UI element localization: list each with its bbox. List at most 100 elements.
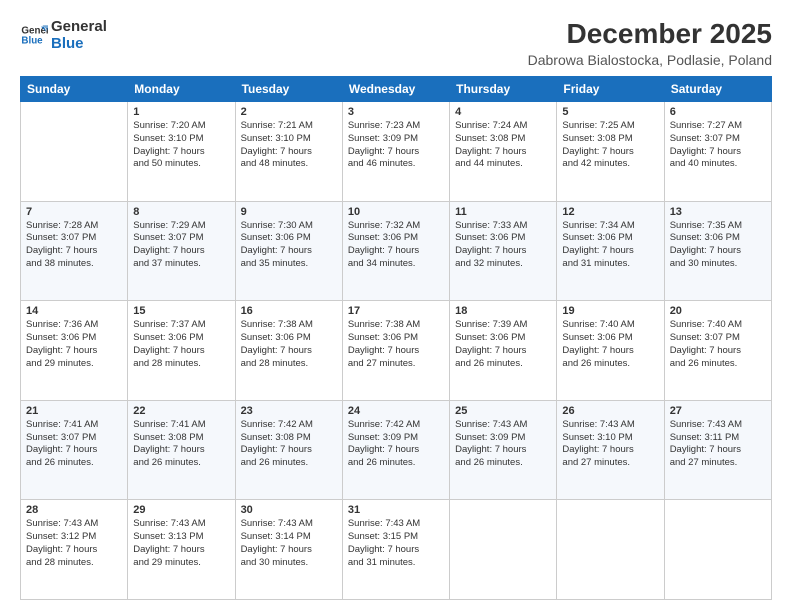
day-number: 5 [562, 106, 658, 118]
day-info: Sunrise: 7:27 AMSunset: 3:07 PMDaylight:… [670, 120, 766, 171]
svg-text:Blue: Blue [21, 36, 43, 47]
day-info: Sunrise: 7:43 AMSunset: 3:12 PMDaylight:… [26, 518, 122, 569]
table-row: 9Sunrise: 7:30 AMSunset: 3:06 PMDaylight… [235, 201, 342, 301]
day-number: 27 [670, 405, 766, 417]
subtitle: Dabrowa Bialostocka, Podlasie, Poland [528, 52, 772, 68]
col-header-wednesday: Wednesday [342, 77, 449, 102]
day-number: 11 [455, 206, 551, 218]
table-row: 14Sunrise: 7:36 AMSunset: 3:06 PMDayligh… [21, 301, 128, 401]
table-row [450, 500, 557, 600]
day-info: Sunrise: 7:21 AMSunset: 3:10 PMDaylight:… [241, 120, 337, 171]
table-row: 27 Sunrise: 7:43 AMSunset: 3:11 PMDayligh… [664, 400, 771, 500]
header: General Blue General Blue December 2025 … [20, 18, 772, 68]
table-row: 22 Sunrise: 7:41 AMSunset: 3:08 PMDayligh… [128, 400, 235, 500]
day-number: 25 [455, 405, 551, 417]
day-info: Sunrise: 7:43 AMSunset: 3:11 PMDaylight:… [670, 419, 766, 470]
day-info: Sunrise: 7:43 AMSunset: 3:10 PMDaylight:… [562, 419, 658, 470]
table-row: 7Sunrise: 7:28 AMSunset: 3:07 PMDaylight… [21, 201, 128, 301]
table-row: 15Sunrise: 7:37 AMSunset: 3:06 PMDayligh… [128, 301, 235, 401]
table-row: 1 Sunrise: 7:20 AMSunset: 3:10 PMDaylight… [128, 102, 235, 202]
day-number: 3 [348, 106, 444, 118]
day-number: 2 [241, 106, 337, 118]
day-info: Sunrise: 7:29 AMSunset: 3:07 PMDaylight:… [133, 220, 229, 271]
day-info: Sunrise: 7:23 AMSunset: 3:09 PMDaylight:… [348, 120, 444, 171]
day-info: Sunrise: 7:40 AMSunset: 3:07 PMDaylight:… [670, 319, 766, 370]
logo-blue: Blue [51, 35, 107, 52]
col-header-monday: Monday [128, 77, 235, 102]
table-row: 18 Sunrise: 7:39 AMSunset: 3:06 PMDayligh… [450, 301, 557, 401]
day-number: 31 [348, 504, 444, 516]
day-number: 8 [133, 206, 229, 218]
table-row: 21 Sunrise: 7:41 AMSunset: 3:07 PMDayligh… [21, 400, 128, 500]
day-number: 20 [670, 305, 766, 317]
day-info: Sunrise: 7:41 AMSunset: 3:08 PMDaylight:… [133, 419, 229, 470]
table-row [21, 102, 128, 202]
day-number: 24 [348, 405, 444, 417]
day-info: Sunrise: 7:38 AMSunset: 3:06 PMDaylight:… [241, 319, 337, 370]
day-number: 29 [133, 504, 229, 516]
table-row: 24 Sunrise: 7:42 AMSunset: 3:09 PMDayligh… [342, 400, 449, 500]
day-info: Sunrise: 7:33 AMSunset: 3:06 PMDaylight:… [455, 220, 551, 271]
day-info: Sunrise: 7:25 AMSunset: 3:08 PMDaylight:… [562, 120, 658, 171]
day-info: Sunrise: 7:43 AMSunset: 3:15 PMDaylight:… [348, 518, 444, 569]
day-info: Sunrise: 7:32 AMSunset: 3:06 PMDaylight:… [348, 220, 444, 271]
table-row: 8 Sunrise: 7:29 AMSunset: 3:07 PMDaylight… [128, 201, 235, 301]
logo-general: General [51, 18, 107, 35]
day-info: Sunrise: 7:34 AMSunset: 3:06 PMDaylight:… [562, 220, 658, 271]
day-number: 15 [133, 305, 229, 317]
day-info: Sunrise: 7:42 AMSunset: 3:09 PMDaylight:… [348, 419, 444, 470]
day-number: 22 [133, 405, 229, 417]
day-info: Sunrise: 7:43 AMSunset: 3:09 PMDaylight:… [455, 419, 551, 470]
col-header-saturday: Saturday [664, 77, 771, 102]
day-info: Sunrise: 7:36 AMSunset: 3:06 PMDaylight:… [26, 319, 122, 370]
table-row: 5 Sunrise: 7:25 AMSunset: 3:08 PMDaylight… [557, 102, 664, 202]
col-header-thursday: Thursday [450, 77, 557, 102]
day-number: 23 [241, 405, 337, 417]
main-title: December 2025 [528, 18, 772, 50]
day-number: 19 [562, 305, 658, 317]
day-info: Sunrise: 7:42 AMSunset: 3:08 PMDaylight:… [241, 419, 337, 470]
day-number: 10 [348, 206, 444, 218]
day-info: Sunrise: 7:20 AMSunset: 3:10 PMDaylight:… [133, 120, 229, 171]
day-info: Sunrise: 7:30 AMSunset: 3:06 PMDaylight:… [241, 220, 337, 271]
day-number: 1 [133, 106, 229, 118]
table-row: 3 Sunrise: 7:23 AMSunset: 3:09 PMDaylight… [342, 102, 449, 202]
table-row [557, 500, 664, 600]
day-number: 30 [241, 504, 337, 516]
day-number: 28 [26, 504, 122, 516]
day-number: 12 [562, 206, 658, 218]
day-number: 7 [26, 206, 122, 218]
day-info: Sunrise: 7:43 AMSunset: 3:14 PMDaylight:… [241, 518, 337, 569]
day-number: 13 [670, 206, 766, 218]
table-row: 31 Sunrise: 7:43 AMSunset: 3:15 PMDayligh… [342, 500, 449, 600]
table-row [664, 500, 771, 600]
table-row: 28 Sunrise: 7:43 AMSunset: 3:12 PMDayligh… [21, 500, 128, 600]
day-number: 4 [455, 106, 551, 118]
col-header-friday: Friday [557, 77, 664, 102]
day-info: Sunrise: 7:39 AMSunset: 3:06 PMDaylight:… [455, 319, 551, 370]
day-info: Sunrise: 7:35 AMSunset: 3:06 PMDaylight:… [670, 220, 766, 271]
table-row: 19 Sunrise: 7:40 AMSunset: 3:06 PMDayligh… [557, 301, 664, 401]
day-number: 21 [26, 405, 122, 417]
day-info: Sunrise: 7:43 AMSunset: 3:13 PMDaylight:… [133, 518, 229, 569]
table-row: 10 Sunrise: 7:32 AMSunset: 3:06 PMDayligh… [342, 201, 449, 301]
table-row: 26Sunrise: 7:43 AMSunset: 3:10 PMDayligh… [557, 400, 664, 500]
table-row: 25 Sunrise: 7:43 AMSunset: 3:09 PMDayligh… [450, 400, 557, 500]
table-row: 6 Sunrise: 7:27 AMSunset: 3:07 PMDaylight… [664, 102, 771, 202]
day-number: 17 [348, 305, 444, 317]
table-row: 23 Sunrise: 7:42 AMSunset: 3:08 PMDayligh… [235, 400, 342, 500]
table-row: 30 Sunrise: 7:43 AMSunset: 3:14 PMDayligh… [235, 500, 342, 600]
table-row: 13 Sunrise: 7:35 AMSunset: 3:06 PMDayligh… [664, 201, 771, 301]
day-number: 18 [455, 305, 551, 317]
day-info: Sunrise: 7:40 AMSunset: 3:06 PMDaylight:… [562, 319, 658, 370]
day-info: Sunrise: 7:41 AMSunset: 3:07 PMDaylight:… [26, 419, 122, 470]
logo-icon: General Blue [20, 21, 48, 49]
col-header-sunday: Sunday [21, 77, 128, 102]
day-info: Sunrise: 7:38 AMSunset: 3:06 PMDaylight:… [348, 319, 444, 370]
calendar-table: SundayMondayTuesdayWednesdayThursdayFrid… [20, 76, 772, 600]
day-number: 6 [670, 106, 766, 118]
col-header-tuesday: Tuesday [235, 77, 342, 102]
day-number: 16 [241, 305, 337, 317]
title-block: December 2025 Dabrowa Bialostocka, Podla… [528, 18, 772, 68]
table-row: 4Sunrise: 7:24 AMSunset: 3:08 PMDaylight… [450, 102, 557, 202]
